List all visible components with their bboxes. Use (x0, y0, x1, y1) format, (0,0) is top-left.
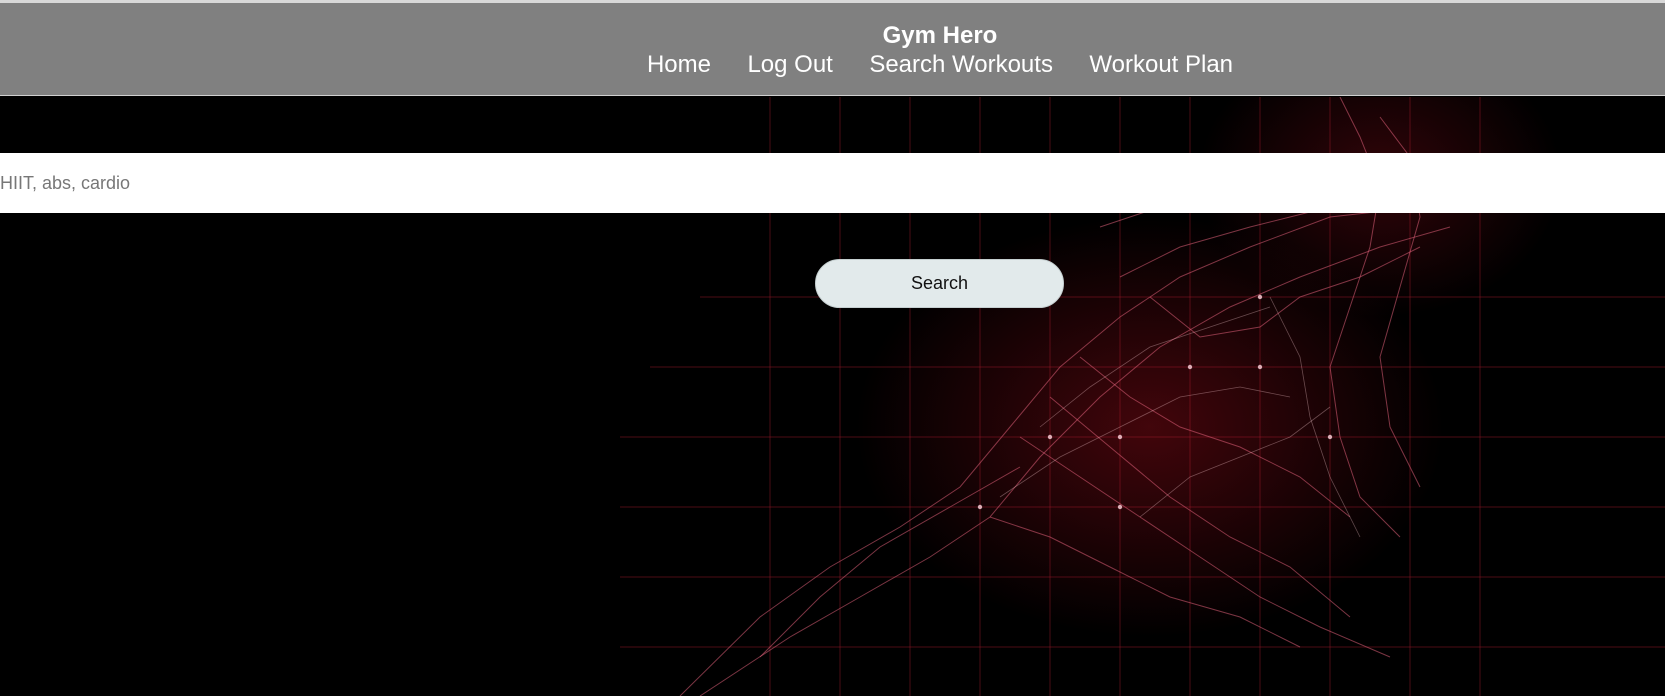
nav-logout-link[interactable]: Log Out (747, 50, 832, 80)
nav-search-workouts-link[interactable]: Search Workouts (869, 50, 1053, 80)
brand-title: Gym Hero (882, 22, 998, 49)
hero-background: Search (0, 97, 1665, 696)
workout-search-input[interactable] (0, 153, 1665, 213)
navbar: Gym Hero Home Log Out Search Workouts Wo… (0, 3, 1665, 96)
nav-workout-plan-link[interactable]: Workout Plan (1089, 50, 1233, 80)
nav-links: Home Log Out Search Workouts Workout Pla… (0, 50, 1665, 80)
nav-home-link[interactable]: Home (647, 50, 711, 80)
search-button[interactable]: Search (815, 259, 1064, 308)
